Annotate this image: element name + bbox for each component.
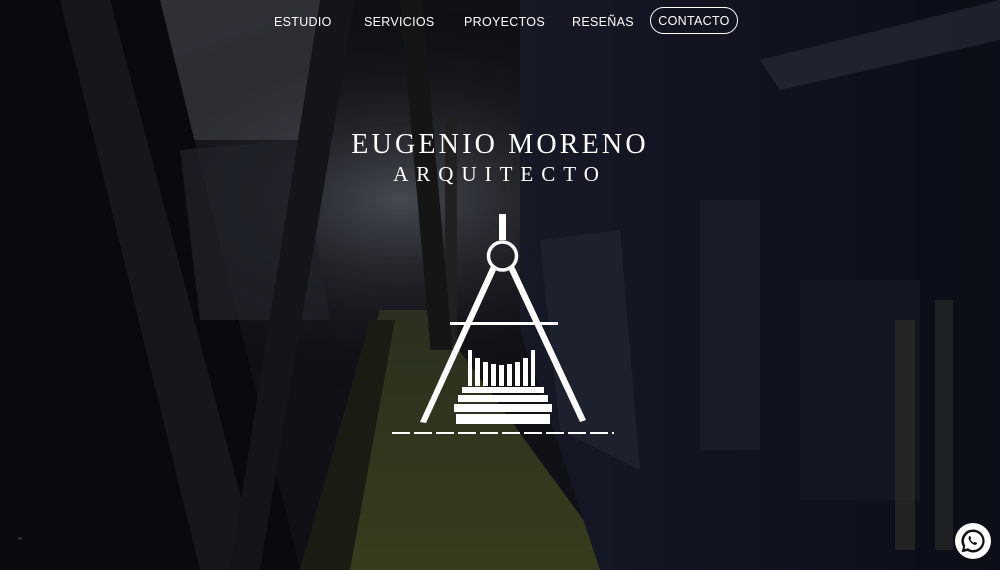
nav-item-resenas[interactable]: RESEÑAS bbox=[572, 15, 634, 29]
whatsapp-icon bbox=[959, 527, 987, 555]
nav-item-estudio[interactable]: ESTUDIO bbox=[274, 15, 332, 29]
brand-name: EUGENIO MORENO bbox=[351, 129, 649, 160]
hero-section: ESTUDIO SERVICIOS PROYECTOS RESEÑAS CONT… bbox=[0, 0, 1000, 570]
nav-item-servicios[interactable]: SERVICIOS bbox=[364, 15, 435, 29]
contact-button[interactable]: CONTACTO bbox=[650, 7, 738, 34]
brand-subtitle: ARQUITECTO bbox=[393, 162, 607, 186]
main-nav: ESTUDIO SERVICIOS PROYECTOS RESEÑAS CONT… bbox=[0, 0, 1000, 44]
nav-item-proyectos[interactable]: PROYECTOS bbox=[464, 15, 545, 29]
compass-column-logo-icon bbox=[392, 214, 614, 434]
scroll-indicator-icon: ⌃ bbox=[16, 536, 24, 546]
whatsapp-button[interactable] bbox=[955, 523, 991, 559]
